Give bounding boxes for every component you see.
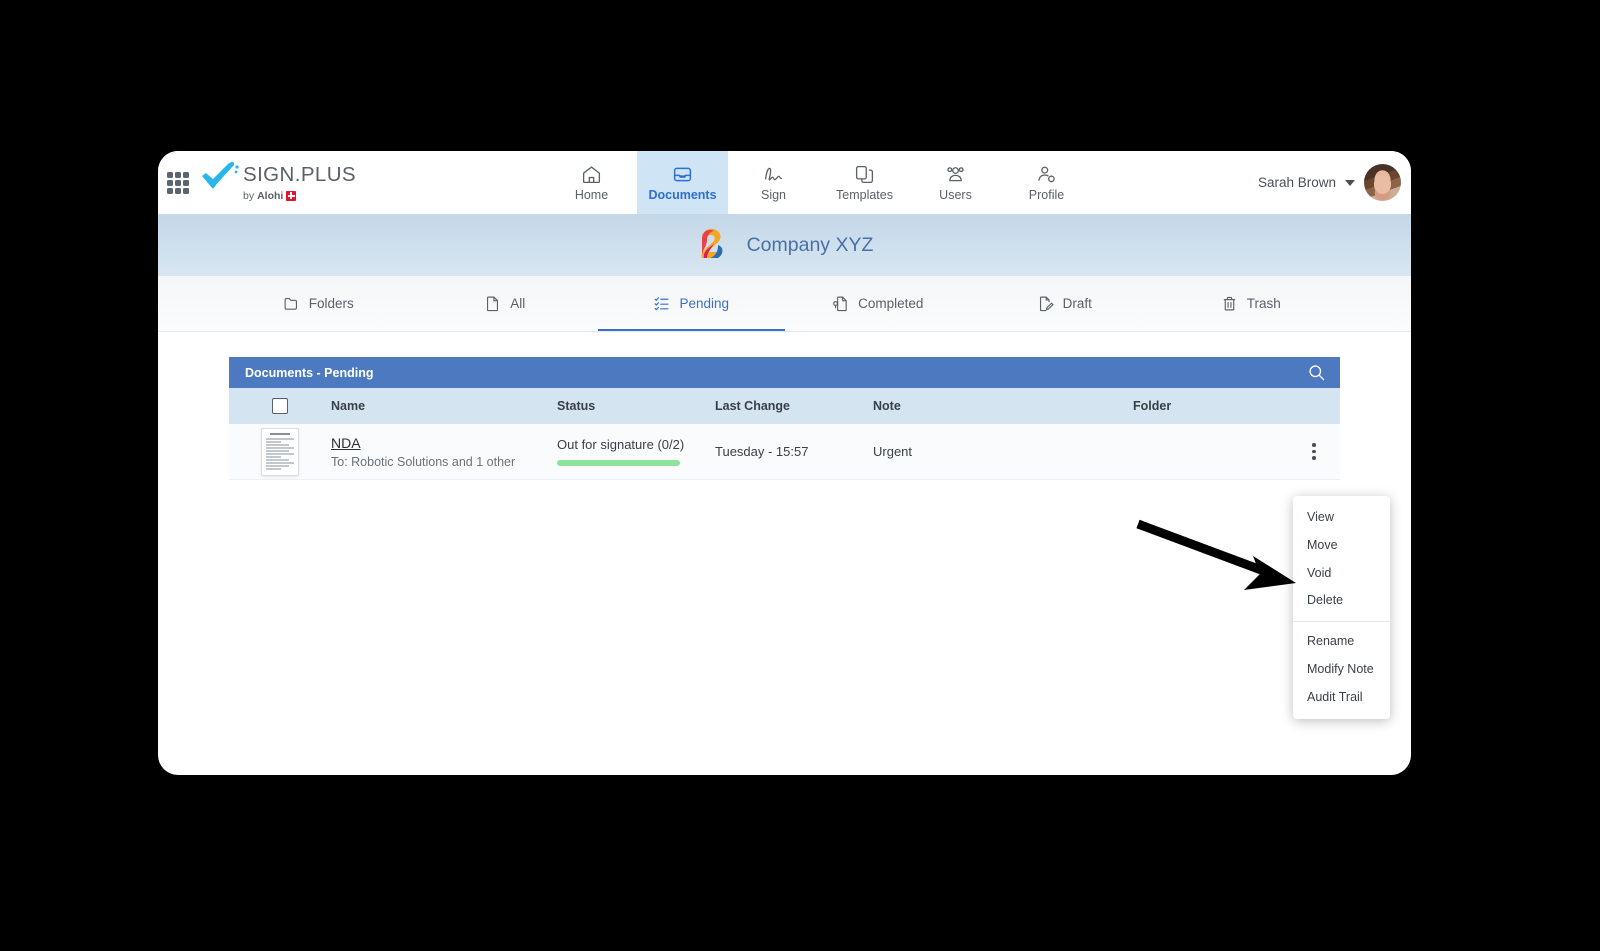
avatar[interactable] — [1364, 164, 1401, 201]
tab-label-folders: Folders — [309, 296, 354, 311]
context-menu-item-audit-trail[interactable]: Audit Trail — [1293, 684, 1390, 712]
tab-completed[interactable]: Completed — [785, 276, 972, 331]
column-header-status[interactable]: Status — [557, 399, 715, 413]
context-menu-item-rename[interactable]: Rename — [1293, 628, 1390, 656]
home-icon — [581, 164, 602, 185]
brand-title: SIGN.PLUS — [243, 165, 356, 186]
apps-grid-icon[interactable] — [167, 172, 189, 194]
context-menu-item-move[interactable]: Move — [1293, 532, 1390, 560]
blue-checkmark-logo-icon — [200, 161, 240, 195]
context-menu-item-modify-note[interactable]: Modify Note — [1293, 656, 1390, 684]
status-progress-bar — [557, 460, 680, 466]
file-check-icon — [832, 295, 849, 312]
status-text: Out for signature (0/2) — [557, 437, 715, 452]
row-note: Urgent — [873, 444, 1133, 459]
tab-label-completed: Completed — [858, 296, 923, 311]
row-context-menu: View Move Void Delete Rename Modify Note… — [1293, 496, 1390, 719]
brand-subtitle: by Alohi — [243, 190, 356, 202]
select-all-cell — [229, 398, 331, 414]
user-account-menu[interactable]: Sarah Brown — [1258, 164, 1401, 201]
signature-icon — [763, 164, 784, 185]
nav-label-templates: Templates — [836, 188, 893, 202]
context-menu-item-delete[interactable]: Delete — [1293, 587, 1390, 615]
nav-item-users[interactable]: Users — [910, 151, 1001, 214]
document-thumbnail[interactable] — [261, 428, 299, 476]
brand-logo[interactable]: SIGN.PLUS by Alohi — [200, 161, 356, 202]
user-name-label: Sarah Brown — [1258, 175, 1336, 190]
tab-draft[interactable]: Draft — [971, 276, 1158, 331]
company-name: Company XYZ — [747, 234, 874, 257]
documents-table: Documents - Pending Name Status Last Cha… — [229, 357, 1340, 480]
column-header-last-change[interactable]: Last Change — [715, 399, 873, 413]
checklist-icon — [653, 295, 670, 312]
document-recipients: To: Robotic Solutions and 1 other — [331, 455, 557, 469]
column-header-name[interactable]: Name — [331, 399, 557, 413]
tab-label-draft: Draft — [1063, 296, 1092, 311]
main-nav-items: Home Documents Sign Te — [546, 151, 1092, 214]
tab-pending[interactable]: Pending — [598, 276, 785, 331]
swiss-flag-icon — [286, 191, 296, 201]
tab-folders[interactable]: Folders — [225, 276, 412, 331]
column-header-note[interactable]: Note — [873, 399, 1133, 413]
nav-label-sign: Sign — [761, 188, 786, 202]
tab-label-trash: Trash — [1247, 296, 1281, 311]
chevron-down-icon[interactable] — [1345, 180, 1355, 186]
nav-item-documents[interactable]: Documents — [637, 151, 728, 214]
nav-item-home[interactable]: Home — [546, 151, 637, 214]
context-menu-item-void[interactable]: Void — [1293, 560, 1390, 588]
inbox-icon — [672, 164, 693, 185]
nav-item-profile[interactable]: Profile — [1001, 151, 1092, 214]
nav-label-documents: Documents — [648, 188, 716, 202]
trash-icon — [1221, 295, 1238, 312]
context-menu-separator — [1293, 621, 1390, 622]
row-actions-cell — [1288, 443, 1340, 460]
row-status-cell: Out for signature (0/2) — [557, 437, 715, 466]
column-header-folder[interactable]: Folder — [1133, 399, 1288, 413]
table-title: Documents - Pending — [245, 366, 373, 380]
users-group-icon — [945, 164, 966, 185]
row-name-cell: NDA To: Robotic Solutions and 1 other — [331, 435, 557, 469]
app-window: SIGN.PLUS by Alohi Home — [158, 151, 1411, 775]
company-swirl-logo-icon — [696, 227, 730, 263]
document-name-link[interactable]: NDA — [331, 435, 557, 451]
tab-label-all: All — [510, 296, 525, 311]
tab-all[interactable]: All — [412, 276, 599, 331]
user-gear-icon — [1036, 164, 1057, 185]
brand-subtitle-prefix: by — [243, 190, 254, 202]
tab-trash[interactable]: Trash — [1158, 276, 1345, 331]
context-menu-item-view[interactable]: View — [1293, 504, 1390, 532]
row-last-change: Tuesday - 15:57 — [715, 444, 873, 459]
top-navigation-bar: SIGN.PLUS by Alohi Home — [158, 151, 1411, 214]
row-thumbnail-cell — [229, 428, 331, 476]
copy-pages-icon — [854, 164, 875, 185]
company-banner: Company XYZ — [158, 214, 1411, 276]
file-pencil-icon — [1037, 295, 1054, 312]
search-icon[interactable] — [1307, 363, 1326, 382]
table-title-bar: Documents - Pending — [229, 357, 1340, 388]
three-dots-vertical-icon[interactable] — [1312, 443, 1316, 460]
file-icon — [484, 295, 501, 312]
tab-label-pending: Pending — [679, 296, 729, 311]
nav-label-profile: Profile — [1029, 188, 1064, 202]
brand-subtitle-name: Alohi — [257, 190, 283, 202]
document-filter-tabs: Folders All Pending — [158, 276, 1411, 332]
table-column-headers: Name Status Last Change Note Folder — [229, 388, 1340, 424]
table-row[interactable]: NDA To: Robotic Solutions and 1 other Ou… — [229, 424, 1340, 480]
nav-item-sign[interactable]: Sign — [728, 151, 819, 214]
folder-icon — [283, 295, 300, 312]
nav-label-home: Home — [575, 188, 608, 202]
nav-label-users: Users — [939, 188, 972, 202]
nav-item-templates[interactable]: Templates — [819, 151, 910, 214]
select-all-checkbox[interactable] — [272, 398, 288, 414]
